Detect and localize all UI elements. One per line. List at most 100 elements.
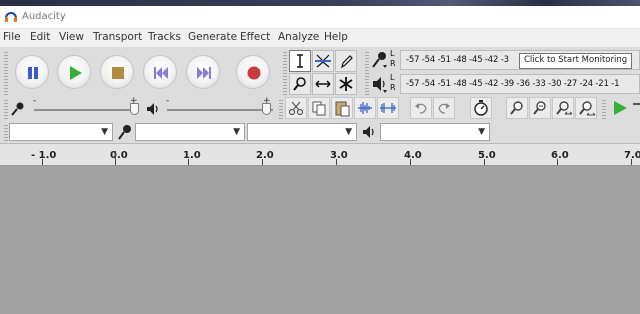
zoom-tool-button[interactable] — [289, 73, 311, 95]
menu-edit[interactable]: Edit — [30, 31, 50, 43]
playback-meter-right-label: R — [390, 83, 396, 92]
playback-meter-left-label: L — [390, 73, 395, 82]
envelope-icon — [315, 54, 331, 68]
recording-volume-thumb[interactable] — [130, 103, 139, 115]
recording-volume-slider[interactable] — [34, 109, 138, 111]
menu-effect[interactable]: Effect — [240, 31, 270, 43]
menu-generate[interactable]: Generate — [188, 31, 237, 43]
playback-device-speaker-icon — [363, 126, 374, 138]
skip-to-end-button[interactable] — [186, 55, 220, 89]
ruler-tick — [410, 159, 411, 165]
zoom-in-icon — [510, 101, 523, 115]
pause-icon — [28, 67, 38, 79]
chevron-down-icon: ▼ — [101, 127, 108, 137]
zoom-in-button[interactable] — [506, 97, 528, 119]
record-meter-right-label: R — [390, 59, 396, 68]
meter-toolbar-grip[interactable] — [365, 51, 369, 95]
paste-icon — [335, 101, 350, 117]
chevron-down-icon: ▼ — [233, 127, 240, 137]
ruler-label: - 1.0 — [31, 150, 57, 161]
empty-track-area[interactable] — [0, 167, 640, 314]
redo-button[interactable] — [433, 97, 455, 119]
ruler-tick — [42, 159, 43, 165]
record-meter-scale: -57 -54 -51 -48 -45 -42 -3 — [406, 55, 509, 65]
stop-icon — [112, 67, 124, 79]
play-at-speed-toolbar-grip[interactable] — [602, 99, 606, 119]
copy-button[interactable] — [308, 97, 330, 119]
time-shift-tool-button[interactable] — [312, 73, 334, 95]
ruler-label: 6.0 — [551, 150, 569, 161]
undo-button[interactable] — [410, 97, 432, 119]
ruler-label: 3.0 — [330, 150, 348, 161]
window-title: Audacity — [22, 11, 66, 22]
selection-tool-button[interactable] — [289, 50, 311, 72]
fit-project-button[interactable] — [575, 97, 597, 119]
recording-channels-select[interactable]: ▼ — [247, 123, 357, 141]
playback-volume-minus-label: - — [166, 96, 170, 106]
menu-transport[interactable]: Transport — [93, 31, 142, 43]
zoom-out-button[interactable] — [529, 97, 551, 119]
ruler-tick — [262, 159, 263, 165]
ruler-tick — [336, 159, 337, 165]
playhead-marker[interactable] — [115, 151, 116, 165]
i-beam-icon — [297, 54, 303, 68]
recording-volume-microphone-icon — [11, 102, 24, 116]
menu-file[interactable]: File — [3, 31, 21, 43]
title-bar: Audacity — [0, 6, 640, 29]
sync-lock-button[interactable] — [470, 97, 492, 119]
playback-device-select[interactable]: ▼ — [380, 123, 490, 141]
menu-analyze[interactable]: Analyze — [278, 31, 319, 43]
record-button[interactable] — [236, 55, 270, 89]
playback-meter[interactable]: -57 -54 -51 -48 -45 -42 -39 -36 -33 -30 … — [400, 74, 640, 94]
copy-icon — [312, 101, 326, 116]
play-speed-slider[interactable] — [633, 103, 640, 105]
audio-host-select[interactable]: ▼ — [9, 123, 113, 141]
magnifier-icon — [293, 77, 306, 91]
multi-tool-button[interactable] — [335, 73, 357, 95]
play-at-speed-button[interactable] — [609, 97, 631, 119]
fit-selection-button[interactable] — [552, 97, 574, 119]
ruler-tick — [188, 159, 189, 165]
cut-button[interactable] — [285, 97, 307, 119]
audacity-logo-icon — [5, 12, 17, 22]
playback-meter-speaker-icon[interactable] — [370, 74, 390, 94]
play-at-speed-icon — [614, 101, 627, 115]
stop-button[interactable] — [100, 55, 134, 89]
device-toolbar-grip[interactable] — [4, 123, 8, 141]
ruler-label: 1.0 — [183, 150, 201, 161]
playback-meter-scale: -57 -54 -51 -48 -45 -42 -39 -36 -33 -30 … — [406, 79, 620, 89]
playback-volume-slider[interactable] — [167, 109, 273, 111]
undo-icon — [415, 103, 427, 114]
ruler-label: 4.0 — [404, 150, 422, 161]
ruler-label: 2.0 — [256, 150, 274, 161]
playback-volume-thumb[interactable] — [262, 103, 271, 115]
draw-tool-button[interactable] — [335, 50, 357, 72]
zoom-fit-selection-icon — [556, 101, 573, 115]
mixer-toolbar-grip[interactable] — [4, 99, 8, 119]
transport-toolbar-grip[interactable] — [4, 51, 8, 95]
skip-to-start-button[interactable] — [143, 55, 177, 89]
menu-view[interactable]: View — [59, 31, 84, 43]
silence-waveform-icon — [380, 103, 396, 113]
recording-device-microphone-icon — [118, 125, 131, 140]
envelope-tool-button[interactable] — [312, 50, 334, 72]
pause-button[interactable] — [15, 55, 49, 89]
chevron-down-icon: ▼ — [478, 127, 485, 137]
trim-audio-button[interactable] — [354, 97, 376, 119]
menu-help[interactable]: Help — [324, 31, 348, 43]
record-meter-microphone-icon[interactable] — [370, 50, 390, 70]
skip-to-start-icon — [154, 67, 168, 79]
record-icon — [247, 66, 261, 80]
silence-audio-button[interactable] — [377, 97, 399, 119]
menu-tracks[interactable]: Tracks — [148, 31, 181, 43]
play-button[interactable] — [57, 55, 91, 89]
redo-icon — [438, 103, 450, 114]
tools-toolbar-grip[interactable] — [283, 51, 287, 95]
timeline-ruler[interactable]: - 1.0 0.0 1.0 2.0 3.0 4.0 5.0 6.0 7.0 — [0, 144, 640, 166]
pencil-icon — [341, 55, 353, 69]
trim-waveform-icon — [358, 102, 372, 114]
zoom-out-icon — [533, 101, 546, 115]
paste-button[interactable] — [331, 97, 353, 119]
recording-device-select[interactable]: ▼ — [135, 123, 245, 141]
edit-toolbar-grip[interactable] — [279, 99, 283, 119]
